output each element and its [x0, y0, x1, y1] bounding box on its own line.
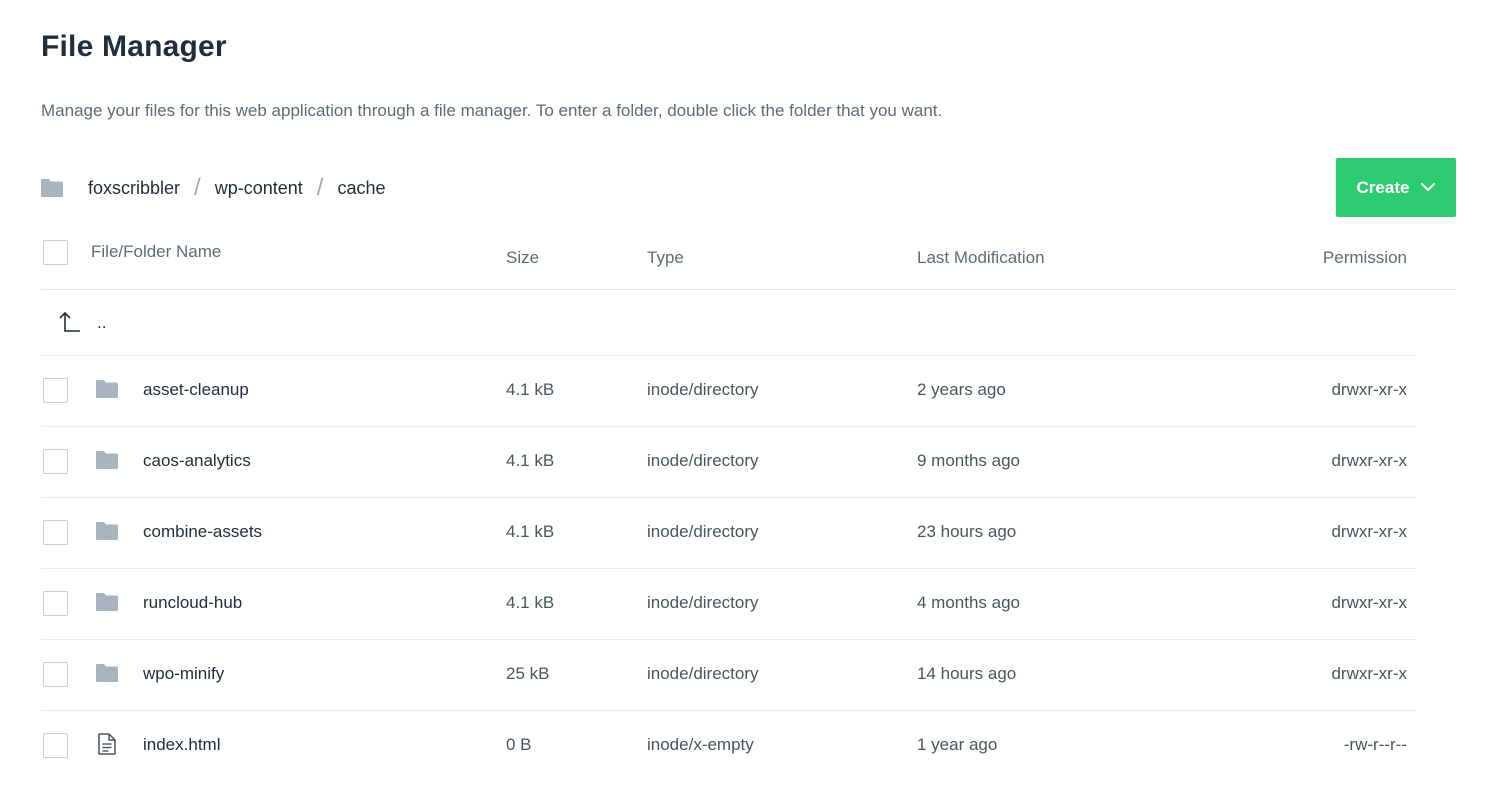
file-type: inode/directory	[647, 664, 759, 683]
breadcrumb-item-cache[interactable]: cache	[337, 178, 385, 199]
row-checkbox[interactable]	[43, 591, 68, 616]
column-header-type[interactable]: Type	[647, 248, 684, 268]
file-permission: drwxr-xr-x	[1331, 593, 1407, 612]
table-row[interactable]: asset-cleanup 4.1 kB inode/directory 2 y…	[41, 356, 1416, 427]
file-size: 25 kB	[506, 664, 550, 683]
file-modified: 1 year ago	[917, 735, 998, 754]
column-header-last-modification[interactable]: Last Modification	[917, 248, 1045, 268]
folder-icon	[96, 593, 118, 611]
row-checkbox[interactable]	[43, 733, 68, 758]
file-type: inode/directory	[647, 522, 759, 541]
folder-icon	[96, 522, 118, 540]
table-row[interactable]: wpo-minify 25 kB inode/directory 14 hour…	[41, 640, 1416, 711]
breadcrumb-item-wp-content[interactable]: wp-content	[215, 178, 303, 199]
table-row[interactable]: caos-analytics 4.1 kB inode/directory 9 …	[41, 427, 1416, 498]
column-header-size[interactable]: Size	[506, 248, 539, 268]
file-modified: 4 months ago	[917, 593, 1021, 612]
file-size: 4.1 kB	[506, 451, 555, 470]
file-size: 4.1 kB	[506, 380, 555, 399]
table-row[interactable]: runcloud-hub 4.1 kB inode/directory 4 mo…	[41, 569, 1416, 640]
file-type: inode/directory	[647, 593, 759, 612]
file-permission: drwxr-xr-x	[1331, 522, 1407, 541]
parent-directory-label: ..	[97, 313, 107, 332]
chevron-down-icon	[1421, 183, 1436, 191]
file-permission: drwxr-xr-x	[1331, 451, 1407, 470]
row-checkbox[interactable]	[43, 378, 68, 403]
table-row[interactable]: combine-assets 4.1 kB inode/directory 23…	[41, 498, 1416, 569]
file-name[interactable]: runcloud-hub	[143, 593, 242, 613]
parent-directory-row[interactable]: ..	[41, 291, 1416, 356]
header-divider	[41, 289, 1456, 290]
column-header-permission[interactable]: Permission	[1323, 248, 1407, 268]
file-modified: 14 hours ago	[917, 664, 1017, 683]
breadcrumb: foxscribbler / wp-content / cache	[41, 174, 385, 202]
file-icon	[98, 733, 116, 755]
breadcrumb-separator: /	[316, 174, 324, 201]
file-type: inode/directory	[647, 380, 759, 399]
page-title: File Manager	[41, 30, 227, 63]
level-up-icon	[59, 312, 80, 332]
file-type: inode/directory	[647, 451, 759, 470]
file-name[interactable]: asset-cleanup	[143, 380, 249, 400]
table-row[interactable]: index.html 0 B inode/x-empty 1 year ago …	[41, 711, 1416, 782]
breadcrumb-separator: /	[194, 174, 201, 201]
row-checkbox[interactable]	[43, 662, 68, 687]
file-modified: 23 hours ago	[917, 522, 1017, 541]
row-checkbox[interactable]	[43, 449, 68, 474]
file-permission: drwxr-xr-x	[1331, 664, 1407, 683]
file-name[interactable]: combine-assets	[143, 522, 262, 542]
file-permission: drwxr-xr-x	[1331, 380, 1407, 399]
folder-icon	[96, 451, 118, 469]
folder-icon	[41, 179, 63, 197]
folder-icon	[96, 664, 118, 682]
folder-icon	[96, 380, 118, 398]
file-name[interactable]: index.html	[143, 735, 220, 755]
create-button-label: Create	[1356, 177, 1410, 197]
page-description: Manage your files for this web applicati…	[41, 101, 943, 120]
row-checkbox[interactable]	[43, 520, 68, 545]
file-permission: -rw-r--r--	[1343, 735, 1407, 754]
file-manager-page: File Manager Manage your files for this …	[0, 0, 1496, 791]
select-all-checkbox[interactable]	[43, 240, 68, 265]
file-type: inode/x-empty	[647, 735, 754, 754]
create-button[interactable]: Create	[1336, 158, 1456, 217]
file-name[interactable]: wpo-minify	[143, 664, 224, 684]
file-size: 4.1 kB	[506, 593, 555, 612]
file-size: 4.1 kB	[506, 522, 555, 541]
breadcrumb-item-foxscribbler[interactable]: foxscribbler	[88, 178, 180, 199]
column-header-name[interactable]: File/Folder Name	[91, 242, 221, 262]
file-modified: 2 years ago	[917, 380, 1006, 399]
file-size: 0 B	[506, 735, 532, 754]
file-name[interactable]: caos-analytics	[143, 451, 251, 471]
file-modified: 9 months ago	[917, 451, 1021, 470]
